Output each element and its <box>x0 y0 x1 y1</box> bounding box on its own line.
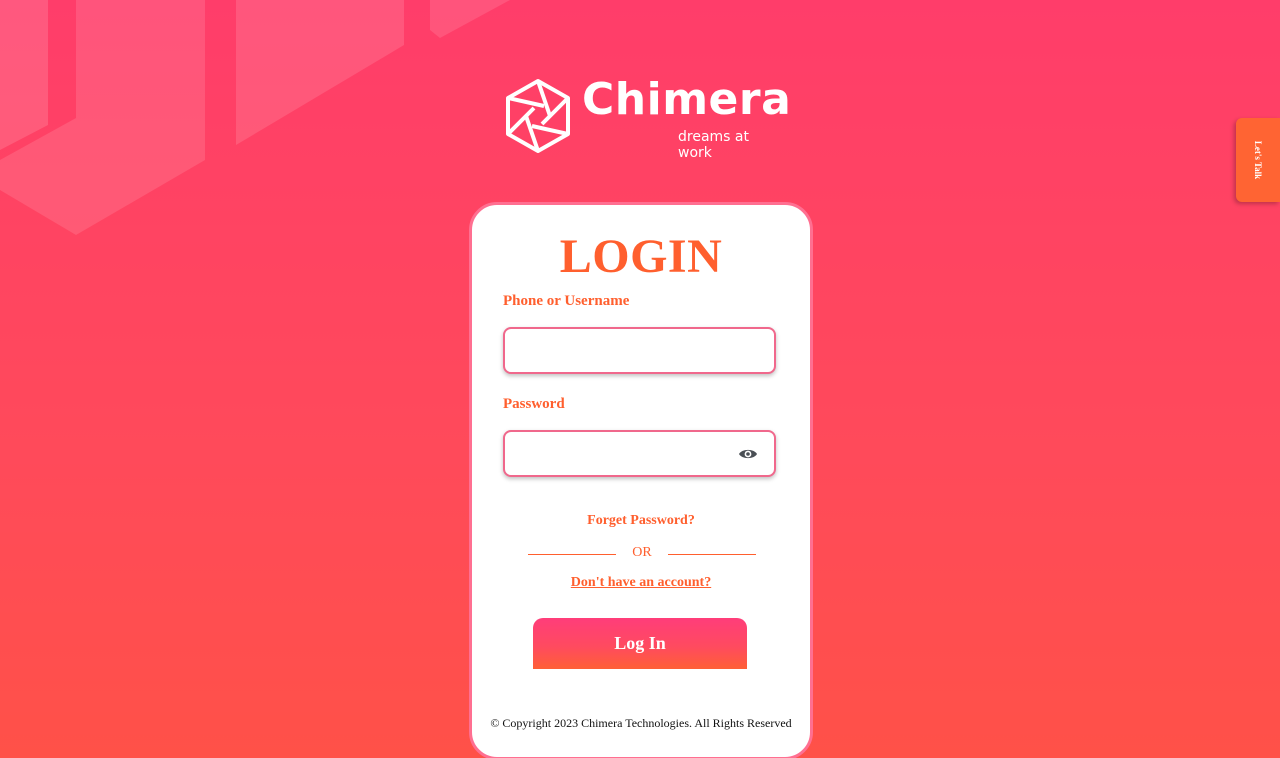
divider-line-right <box>668 554 756 555</box>
chimera-logo-icon <box>506 79 570 153</box>
forgot-password-link[interactable]: Forget Password? <box>472 513 810 529</box>
lets-talk-tab[interactable]: Let's Talk <box>1236 118 1280 202</box>
copyright-text: © Copyright 2023 Chimera Technologies. A… <box>490 716 792 730</box>
or-divider: OR <box>528 545 756 563</box>
or-text: OR <box>632 545 652 560</box>
brand-name: Chimera <box>582 74 792 125</box>
username-field-box <box>503 327 776 374</box>
brand-tagline: dreams at work <box>678 129 749 161</box>
signup-link[interactable]: Don't have an account? <box>472 575 810 591</box>
password-label: Password <box>503 396 565 412</box>
login-title: LOGIN <box>559 230 723 283</box>
lets-talk-label: Let's Talk <box>1253 140 1263 180</box>
eye-icon[interactable] <box>738 447 758 461</box>
password-input[interactable] <box>505 432 774 475</box>
brand-logo: Chimera dreams at work <box>502 74 791 161</box>
login-button[interactable]: Log In <box>533 618 747 669</box>
password-field-box <box>503 430 776 477</box>
username-label: Phone or Username <box>503 293 630 309</box>
login-card: LOGIN Phone or Username Password Forget … <box>469 202 813 758</box>
username-input[interactable] <box>505 329 774 372</box>
